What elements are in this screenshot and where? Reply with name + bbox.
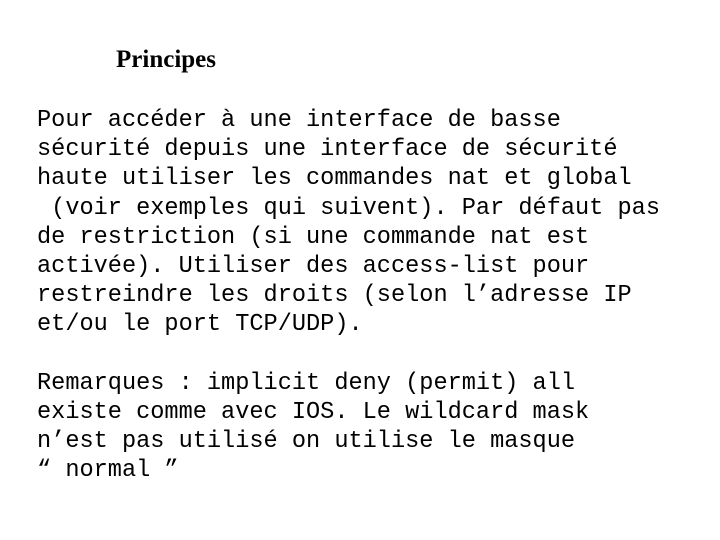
paragraph-remarques: Remarques : implicit deny (permit) all e… — [37, 369, 687, 486]
body-line: existe comme avec IOS. Le wildcard mask — [37, 399, 590, 427]
slide-canvas: Principes Pour accéder à une interface d… — [0, 0, 720, 540]
body-line: Remarques : implicit deny (permit) all — [37, 369, 576, 397]
paragraph-principes: Pour accéder à une interface de basse sé… — [37, 106, 687, 340]
body-line: “ normal ” — [37, 457, 179, 485]
body-line: haute utiliser les commandes nat et glob… — [37, 165, 632, 193]
page-title: Principes — [116, 46, 216, 73]
body-line: (voir exemples qui suivent). Par défaut … — [37, 194, 660, 222]
body-line: et/ou le port TCP/UDP). — [37, 311, 363, 339]
body-line: activée). Utiliser des access-list pour — [37, 253, 590, 281]
body-line: restreindre les droits (selon l’adresse … — [37, 282, 632, 310]
body-line: de restriction (si une commande nat est — [37, 223, 590, 251]
body-line: Pour accéder à une interface de basse — [37, 107, 561, 134]
body-line: sécurité depuis une interface de sécurit… — [37, 136, 618, 164]
body-line: n’est pas utilisé on utilise le masque — [37, 428, 576, 456]
slide-body: Pour accéder à une interface de basse sé… — [37, 106, 687, 486]
